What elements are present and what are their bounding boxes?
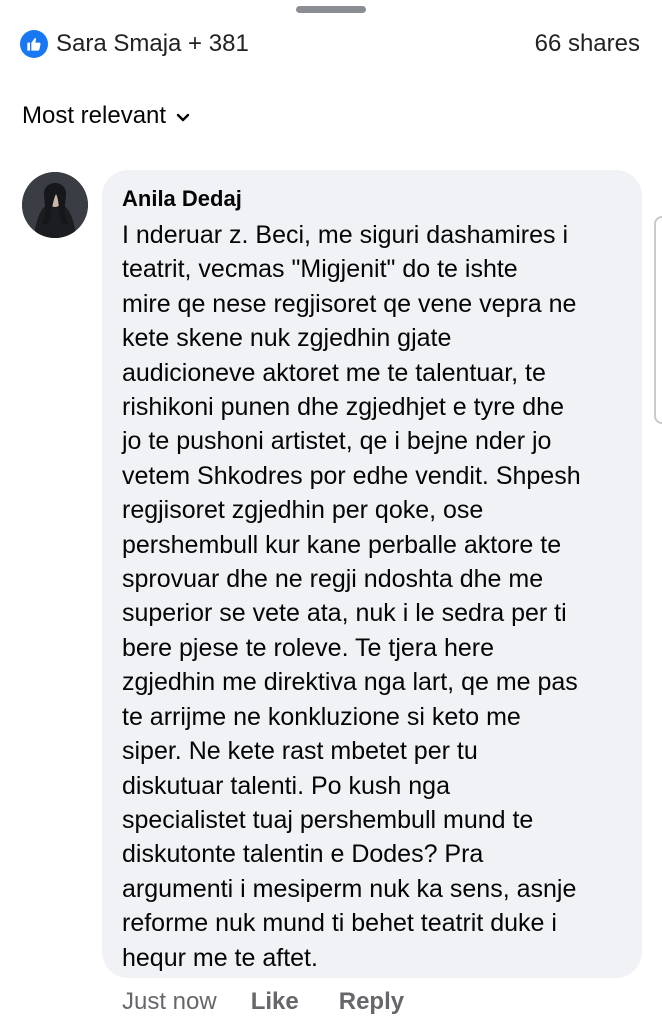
reactions-summary[interactable]: Sara Smaja + 381	[20, 30, 249, 58]
comment-author[interactable]: Anila Dedaj	[122, 184, 624, 214]
like-icon	[20, 30, 48, 58]
scrollbar[interactable]	[654, 216, 662, 424]
reply-button[interactable]: Reply	[339, 988, 404, 1016]
comments-sheet: Sara Smaja + 381 66 shares Most relevant…	[0, 0, 662, 1024]
comment-text: I nderuar z. Beci, me siguri dashamires …	[122, 221, 581, 972]
avatar[interactable]	[22, 172, 88, 238]
drag-handle[interactable]	[296, 6, 366, 13]
like-button[interactable]: Like	[251, 988, 299, 1016]
comment-timestamp: Just now	[122, 988, 217, 1015]
reactions-label: Sara Smaja + 381	[56, 30, 249, 57]
comment-bubble: Anila Dedaj I nderuar z. Beci, me siguri…	[102, 170, 642, 978]
sort-label: Most relevant	[22, 102, 167, 129]
comment-actions: Just now Like Reply	[122, 988, 444, 1016]
sort-dropdown[interactable]: Most relevant	[22, 102, 190, 130]
chevron-down-icon	[176, 102, 190, 130]
shares-count[interactable]: 66 shares	[535, 30, 640, 58]
